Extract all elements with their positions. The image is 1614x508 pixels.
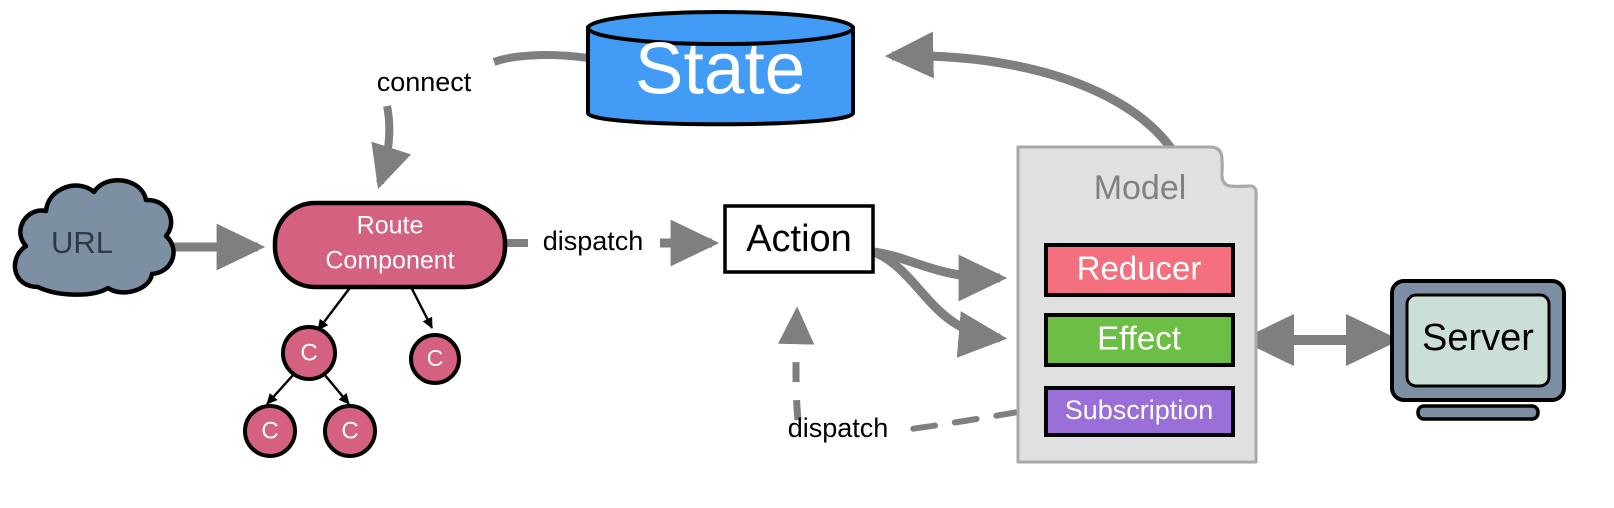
node-route-component-label-line1: Route xyxy=(357,212,424,240)
node-server[interactable]: Server xyxy=(1390,279,1566,421)
node-effect[interactable]: Effect xyxy=(1044,313,1235,367)
node-child-component-c1-label: C xyxy=(300,339,317,366)
edge-child-c1-to-child-c4 xyxy=(323,373,350,405)
architecture-diagram: URL State connect Route Component C C C xyxy=(12,10,1566,464)
edge-label-connect: connect xyxy=(377,67,472,97)
node-action-label: Action xyxy=(746,218,852,260)
node-effect-label: Effect xyxy=(1097,320,1181,357)
edge-route-component-to-child-c2 xyxy=(408,284,434,329)
edge-child-c1-to-child-c3 xyxy=(266,373,295,405)
node-state[interactable]: State xyxy=(586,10,855,127)
edge-label-dispatch-route: dispatch xyxy=(543,226,644,256)
node-url[interactable]: URL xyxy=(12,178,176,297)
node-server-label: Server xyxy=(1422,317,1534,359)
node-child-component-c1[interactable]: C xyxy=(281,325,337,381)
node-reducer-label: Reducer xyxy=(1077,250,1202,287)
node-child-component-c4-label: C xyxy=(341,417,358,444)
node-child-component-c2[interactable]: C xyxy=(409,333,461,385)
node-child-component-c2-label: C xyxy=(427,345,444,371)
node-child-component-c4[interactable]: C xyxy=(323,404,377,458)
node-reducer[interactable]: Reducer xyxy=(1044,243,1235,297)
edge-label-dispatch-subscription: dispatch xyxy=(788,413,889,443)
edge-action-to-effect xyxy=(872,247,1008,358)
node-route-component[interactable]: Route Component xyxy=(272,200,508,290)
node-subscription[interactable]: Subscription xyxy=(1044,386,1235,437)
node-state-label: State xyxy=(635,28,805,109)
node-child-component-c3[interactable]: C xyxy=(243,404,297,458)
diagram-canvas: URL State connect Route Component C C C xyxy=(0,0,1614,508)
node-model-panel-label: Model xyxy=(1094,169,1187,207)
node-url-label: URL xyxy=(51,225,113,260)
node-action[interactable]: Action xyxy=(723,204,875,274)
edge-route-component-to-child-c1 xyxy=(317,284,353,331)
node-child-component-c3-label: C xyxy=(261,417,278,444)
node-subscription-label: Subscription xyxy=(1065,395,1214,425)
node-route-component-label-line2: Component xyxy=(325,247,454,275)
